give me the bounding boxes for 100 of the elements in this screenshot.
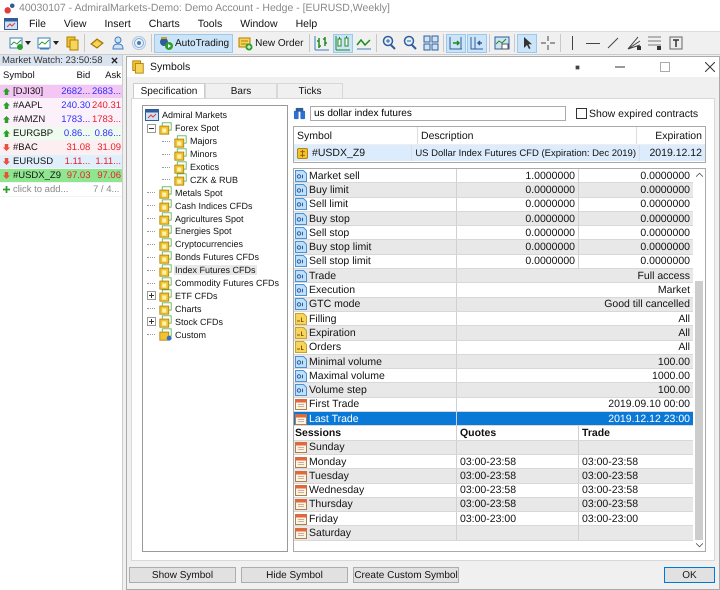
bid-price: 1.11... [64, 156, 92, 167]
tree-item[interactable]: Minors [189, 149, 218, 160]
tile-windows-button[interactable] [421, 34, 442, 52]
folder-icon [174, 173, 187, 186]
tree-item[interactable]: Index Futures CFDs [174, 265, 257, 276]
tree-item[interactable]: Metals Spot [174, 188, 224, 198]
quote-row[interactable]: #AAPL 240.30 240.31 [0, 99, 122, 113]
property-row[interactable]: Buy stop limit 0.0000000 0.0000000 [294, 240, 693, 255]
table-cell: 0.0000000 [457, 254, 579, 268]
scroll-down-icon[interactable] [696, 543, 702, 548]
table-cell: 0.0000000 [457, 212, 579, 226]
tree-item[interactable]: Energies Spot [174, 226, 233, 236]
tree-item[interactable]: Commodity Futures CFDs [174, 278, 280, 288]
property-row[interactable]: Last Trade 2019.12.12 23:00 [294, 412, 693, 426]
new-order-button[interactable]: New Order [234, 34, 308, 52]
property-row[interactable]: First Trade 2019.09.10 00:00 [294, 398, 693, 412]
search-field[interactable]: us dollar index futures [310, 106, 566, 121]
tab[interactable]: Bars [205, 83, 277, 98]
column-header[interactable]: Expiration [637, 127, 705, 144]
property-row[interactable]: Buy limit 0.0000000 0.0000000 [294, 183, 693, 198]
menu-item[interactable]: View [54, 18, 96, 30]
tree-item[interactable]: Bonds Futures CFDs [174, 252, 260, 262]
ok-button[interactable]: OK [664, 567, 715, 583]
property-row[interactable]: Sell stop 0.0000000 0.0000000 [294, 226, 693, 240]
folder-icon [159, 276, 172, 290]
quote-row[interactable]: #AMZN 1783... 1783... [0, 113, 122, 127]
quote-row[interactable]: EURUSD 1.11... 1.11... [0, 155, 122, 169]
menu-item[interactable]: Insert [96, 18, 140, 30]
autoscroll-button[interactable] [467, 34, 488, 52]
quote-row[interactable]: #USDX_Z9 97.03 97.06 [0, 169, 122, 183]
menu-item[interactable]: File [20, 18, 55, 30]
tab[interactable]: Ticks [277, 83, 343, 98]
menu-item[interactable]: Charts [140, 18, 189, 30]
property-row[interactable]: Expiration All [294, 326, 693, 341]
tree-item[interactable]: Majors [189, 136, 218, 146]
column-header[interactable]: Bid [60, 70, 92, 81]
tree-item[interactable]: Cash Indices CFDs [174, 200, 254, 211]
property-row[interactable]: Orders All [294, 340, 693, 355]
tree-item[interactable]: Agricultures Spot [174, 214, 245, 224]
chart-window-icon[interactable] [4, 18, 18, 30]
tree-item[interactable]: Stock CFDs [174, 316, 224, 327]
property-row[interactable]: Trade Full access [294, 269, 693, 284]
menu-item[interactable]: Tools [188, 18, 232, 30]
candlestick-button[interactable] [333, 34, 354, 52]
folder-icon [159, 289, 172, 302]
tree-item[interactable]: Exotics [189, 162, 220, 172]
table-cell-text: 0.0000000 [639, 198, 691, 211]
tree-item[interactable]: Charts [174, 304, 203, 314]
property-row[interactable]: GTC mode Good till cancelled [294, 298, 693, 312]
add-symbol-link[interactable]: click to add... [13, 184, 68, 195]
tab[interactable]: Specification [133, 83, 205, 99]
tree-item[interactable]: Cryptocurrencies [174, 239, 244, 250]
cursor-button[interactable] [517, 34, 538, 52]
menu-item[interactable]: Help [286, 18, 326, 30]
property-row[interactable]: Execution Market [294, 283, 693, 298]
tree-item[interactable]: Custom [174, 330, 208, 340]
tree-item[interactable]: ETF CFDs [174, 290, 218, 301]
signal-button[interactable] [129, 34, 149, 52]
quote-row[interactable]: [DJI30] 2682... 2683... [0, 85, 122, 99]
expand-icon[interactable] [147, 317, 156, 326]
property-row[interactable]: Buy stop 0.0000000 0.0000000 [294, 212, 693, 226]
table-cell: 0.0000000 [457, 240, 579, 254]
property-name: Orders [309, 341, 342, 354]
collapse-icon[interactable] [147, 124, 156, 133]
dialog-button[interactable]: Create Custom Symbol [353, 567, 459, 583]
property-row[interactable]: Maximal volume 1000.00 [294, 369, 693, 384]
dialog-button[interactable]: Hide Symbol [241, 567, 348, 583]
scroll-up-icon[interactable] [696, 172, 702, 177]
dialog-button[interactable]: Show Symbol [129, 567, 236, 583]
property-name: Filling [309, 312, 336, 325]
close-icon[interactable] [111, 57, 118, 64]
property-row[interactable]: Sell limit 0.0000000 0.0000000 [294, 198, 693, 212]
robot-button[interactable]: AutoTrading [154, 34, 234, 52]
property-row[interactable]: Filling All [294, 312, 693, 326]
symbol-row[interactable]: #USDX_Z9 US Dollar Index Futures CFD (Expiration: Dec 2019) 2019.12.12 [294, 145, 705, 161]
checkbox-label[interactable]: Show expired contracts [589, 108, 698, 120]
close-icon[interactable] [705, 62, 715, 72]
quote-row[interactable]: EURGBP 0.86... 0.86... [0, 127, 122, 141]
column-header[interactable]: Symbol [294, 127, 418, 144]
tree-item[interactable]: CZK & RUB [189, 174, 240, 185]
tree-item[interactable]: Admiral Markets [161, 110, 228, 120]
property-row[interactable]: Market sell 1.0000000 0.0000000 [294, 169, 693, 184]
column-header[interactable]: Description [418, 127, 637, 144]
tree-item[interactable]: Forex Spot [174, 123, 220, 134]
quote-row[interactable]: #BAC 31.08 31.09 [0, 141, 122, 155]
menu-item[interactable]: Window [231, 18, 287, 30]
expand-icon[interactable] [147, 291, 156, 300]
property-row[interactable]: Volume step 100.00 [294, 383, 693, 398]
scrollbar-thumb[interactable] [695, 280, 703, 540]
property-name: Last Trade [309, 412, 359, 425]
chart-shift-button[interactable] [446, 34, 466, 52]
checkbox[interactable] [576, 108, 587, 119]
column-header[interactable]: Ask [91, 70, 122, 81]
folder-icon [159, 224, 172, 238]
column-header[interactable]: Symbol [0, 70, 61, 81]
property-row[interactable]: Sell stop limit 0.0000000 0.0000000 [294, 254, 693, 270]
template-button[interactable] [492, 34, 512, 52]
property-row[interactable]: Minimal volume 100.00 [294, 354, 693, 370]
table-cell-text: 0.0000000 [639, 212, 691, 226]
trend-line-icon [605, 35, 622, 51]
